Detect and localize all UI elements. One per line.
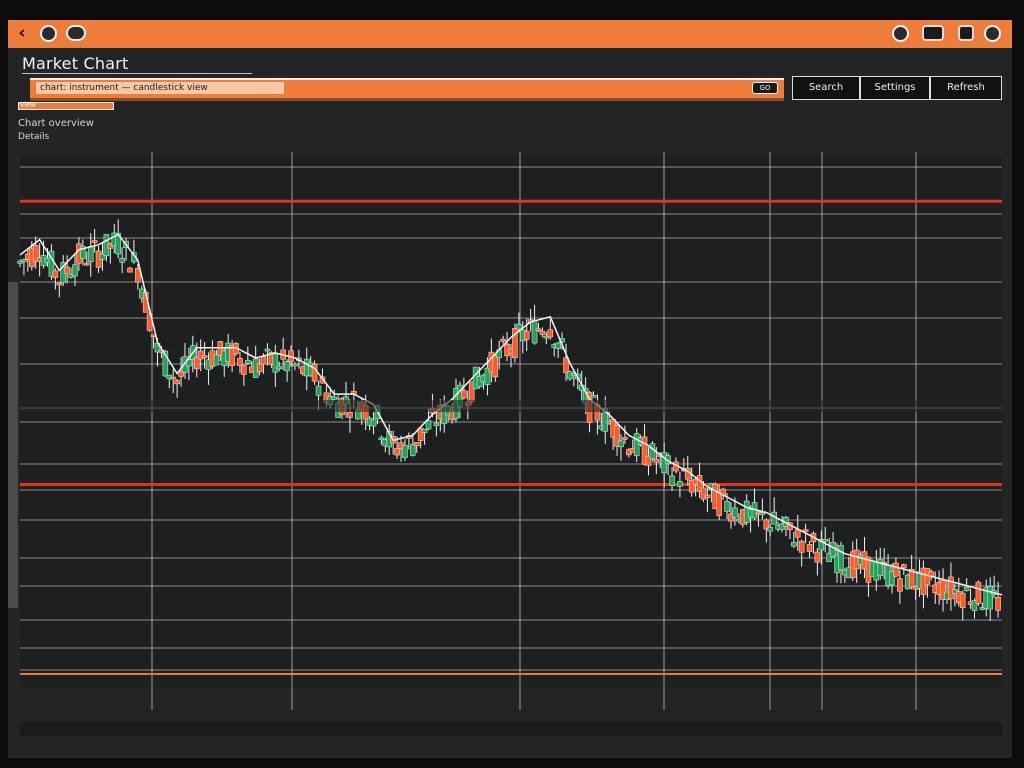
candle-body: [213, 354, 220, 366]
candle-body: [877, 558, 884, 576]
candle-body: [814, 551, 821, 563]
candle-body: [87, 246, 94, 263]
candle-body: [83, 262, 90, 266]
candle-body: [531, 319, 538, 344]
candle-body: [413, 441, 420, 447]
candle-body: [21, 259, 27, 263]
candle-body: [759, 512, 766, 515]
candle-body: [421, 429, 428, 433]
candle-body: [653, 459, 660, 463]
candle-body: [64, 266, 70, 274]
candle-body: [425, 420, 432, 430]
candle-body: [704, 494, 711, 498]
candle-body: [959, 592, 966, 609]
candle-body: [241, 364, 247, 375]
candle-body: [72, 264, 78, 277]
candle-body: [806, 544, 813, 552]
candle-body: [127, 267, 133, 273]
candle-body: [794, 529, 801, 538]
candle-body: [618, 440, 624, 448]
candle-body: [174, 380, 180, 385]
candle-body: [56, 282, 63, 286]
candle-body: [535, 328, 542, 332]
candle-body: [276, 366, 283, 370]
candle-body: [677, 481, 683, 487]
candle-body: [315, 385, 322, 396]
candle-body: [547, 329, 554, 338]
candle-body: [539, 330, 546, 335]
candle-body: [170, 376, 176, 380]
candle-body: [119, 257, 125, 263]
candle-body: [830, 541, 836, 558]
candle-body: [724, 501, 730, 512]
candle-body: [260, 356, 267, 365]
candle-body: [590, 395, 597, 398]
candle-body: [461, 390, 467, 399]
candle-body: [523, 330, 530, 340]
candle-body: [402, 445, 408, 458]
candle-body: [347, 412, 353, 418]
candle-body: [622, 437, 628, 440]
candle-body: [995, 596, 1001, 611]
candle-body: [409, 444, 416, 456]
candle-body: [256, 363, 263, 373]
candle-body: [237, 357, 243, 366]
candle-body: [948, 576, 954, 600]
candle-body: [975, 581, 982, 604]
candle-body: [284, 361, 290, 372]
candle-body: [669, 475, 675, 487]
candle-body: [798, 540, 805, 553]
candle-body: [555, 342, 561, 349]
candle-body: [292, 363, 298, 367]
annotation-strip: [20, 400, 1002, 412]
candle-body: [500, 338, 506, 342]
candle-body: [52, 270, 59, 278]
candle-body: [987, 586, 994, 610]
candle-body: [716, 491, 722, 516]
candle-body: [900, 564, 907, 569]
candle-body: [767, 526, 774, 532]
app-window: ‹ Market Chart chart: instrument — candl…: [8, 20, 1012, 758]
candle-body: [649, 443, 656, 460]
candle-body: [838, 545, 844, 570]
candle-body: [245, 359, 251, 364]
plot-area: [20, 154, 1002, 687]
candle-body: [433, 422, 440, 426]
candle-body: [963, 586, 970, 591]
candle-body: [370, 419, 377, 427]
candle-body: [272, 353, 279, 373]
candle-body: [516, 323, 522, 330]
candle-body: [201, 355, 208, 358]
candle-body: [893, 562, 899, 577]
candle-body: [563, 357, 569, 374]
candle-body: [732, 507, 738, 518]
candle-body: [331, 396, 338, 400]
candle-body: [394, 448, 400, 456]
candle-body: [91, 240, 98, 243]
footer-strip: [20, 722, 1002, 736]
candle-body: [897, 578, 903, 592]
candle-body: [264, 348, 271, 352]
candle-body: [802, 529, 809, 532]
candle-body: [822, 539, 829, 542]
candle-body: [492, 355, 499, 378]
price-chart[interactable]: [8, 20, 1012, 758]
candle-body: [791, 542, 797, 547]
